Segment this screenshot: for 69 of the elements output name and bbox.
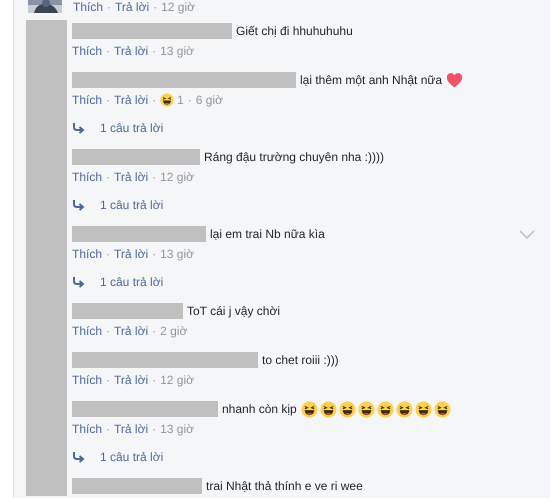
- separator-dot: ·: [106, 44, 110, 58]
- separator-dot: ·: [153, 0, 158, 14]
- like-link[interactable]: Thích: [72, 93, 102, 107]
- comment-time: 13 giờ: [160, 422, 194, 436]
- chevron-down-icon[interactable]: [519, 230, 535, 240]
- separator-dot: ·: [152, 373, 156, 387]
- laughing-face-icon: [396, 400, 413, 418]
- comment-text: lại thêm một anh Nhật nữa: [300, 73, 442, 87]
- reply-link[interactable]: Trả lời: [114, 324, 148, 338]
- like-link[interactable]: Thích: [73, 0, 104, 14]
- comment-time: 12 giờ: [160, 170, 194, 184]
- like-link[interactable]: Thích: [72, 324, 102, 338]
- reply-link[interactable]: Trả lời: [114, 373, 148, 387]
- reply-link[interactable]: Trả lời: [114, 44, 148, 58]
- laughing-face-icon: [358, 400, 375, 418]
- laughing-face-icon: [160, 93, 174, 107]
- separator-dot: ·: [106, 373, 110, 387]
- laughing-face-icon: [338, 400, 356, 418]
- reply-link[interactable]: Trả lời: [114, 93, 148, 107]
- reply-link[interactable]: Trả lời: [114, 170, 148, 184]
- reply-link[interactable]: Trả lời: [114, 247, 148, 261]
- comment-text: Ráng đậu trường chuyên nha :)))): [204, 150, 384, 164]
- comment-time: 12 giờ: [160, 373, 194, 387]
- separator-dot: ·: [107, 0, 112, 14]
- separator-dot: ·: [152, 93, 156, 107]
- replies-link[interactable]: 1 câu trả lời: [100, 275, 164, 289]
- separator-dot: ·: [106, 93, 110, 107]
- reply-link[interactable]: Trả lời: [115, 0, 150, 14]
- separator-dot: ·: [106, 170, 110, 184]
- comment-text: Giết chị đi hhuhuhuhu: [236, 24, 353, 38]
- separator-dot: ·: [152, 324, 156, 338]
- separator-dot: ·: [152, 422, 156, 436]
- comment-time: 12 giờ: [161, 0, 195, 14]
- comment-text: ToT cái j vậy chời: [187, 304, 280, 318]
- reply-arrow-icon: [72, 451, 86, 463]
- comment-time: 13 giờ: [160, 247, 194, 261]
- separator-dot: ·: [152, 44, 156, 58]
- laughing-face-icon: [320, 400, 337, 418]
- reaction-count: 1: [177, 93, 184, 107]
- laughing-face-icon: [414, 400, 432, 418]
- separator-dot: ·: [106, 422, 110, 436]
- comment-time: 6 giờ: [196, 93, 224, 107]
- like-link[interactable]: Thích: [72, 422, 102, 436]
- like-link[interactable]: Thích: [72, 170, 102, 184]
- laughing-face-icon: [300, 400, 318, 418]
- laughing-face-icon: [376, 400, 394, 418]
- separator-dot: ·: [106, 247, 110, 261]
- replies-link[interactable]: 1 câu trả lời: [100, 450, 164, 464]
- reply-arrow-icon: [72, 276, 86, 288]
- like-link[interactable]: Thích: [72, 44, 102, 58]
- comment-time: 13 giờ: [160, 44, 194, 58]
- separator-dot: ·: [152, 170, 156, 184]
- comment-text: nhanh còn kịp: [222, 402, 297, 416]
- replies-link[interactable]: 1 câu trả lời: [100, 198, 164, 212]
- like-link[interactable]: Thích: [72, 247, 102, 261]
- separator-dot: ·: [152, 247, 156, 261]
- reply-arrow-icon: [72, 122, 86, 134]
- laughing-face-icon: [434, 400, 451, 418]
- reply-link[interactable]: Trả lời: [114, 422, 148, 436]
- reply-arrow-icon: [72, 199, 86, 211]
- comment-text: to chet roiii :))): [262, 353, 339, 367]
- comment-text: trai Nhật thả thính e ve ri wee: [206, 479, 363, 493]
- comment-time: 2 giờ: [160, 324, 188, 338]
- separator-dot: ·: [106, 324, 110, 338]
- separator-dot: ·: [188, 93, 192, 107]
- comment-text: lại em trai Nb nữa kìa: [210, 227, 325, 241]
- like-link[interactable]: Thích: [72, 373, 102, 387]
- replies-link[interactable]: 1 câu trả lời: [100, 121, 164, 135]
- heart-icon: [446, 72, 464, 88]
